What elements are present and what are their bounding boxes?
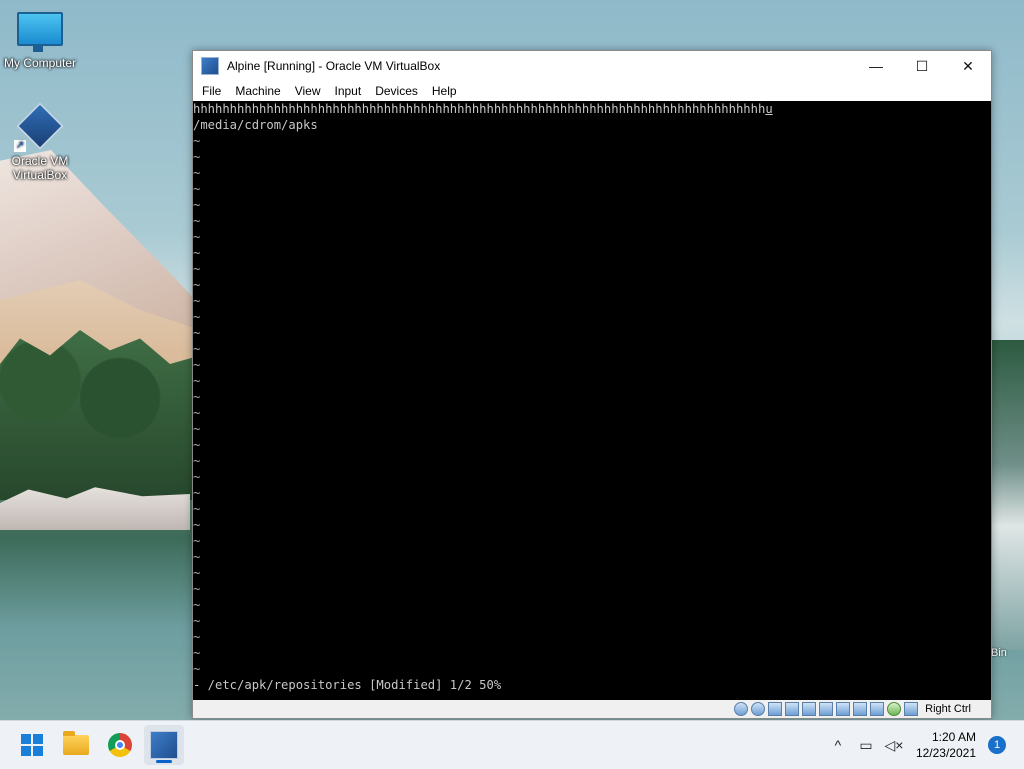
virtualbox-taskbar-icon [150, 731, 178, 759]
tilde-line: ~ [193, 582, 201, 596]
tilde-line: ~ [193, 550, 201, 564]
tilde-line: ~ [193, 502, 201, 516]
menu-view[interactable]: View [288, 81, 328, 101]
menu-machine[interactable]: Machine [228, 81, 287, 101]
audio-icon[interactable] [768, 702, 783, 716]
shortcut-arrow-icon: ↗ [14, 140, 26, 152]
tilde-line: ~ [193, 150, 201, 164]
shared-folders-icon[interactable] [819, 702, 834, 716]
virtualbox-app-icon [201, 57, 219, 75]
clock-date: 12/23/2021 [915, 746, 976, 760]
tilde-line: ~ [193, 182, 201, 196]
tilde-line: ~ [193, 454, 201, 468]
notification-badge[interactable]: 1 [988, 736, 1006, 754]
tilde-line: ~ [193, 246, 201, 260]
tilde-line: ~ [193, 310, 201, 324]
tilde-line: ~ [193, 134, 201, 148]
usb-icon[interactable] [802, 702, 817, 716]
window-titlebar[interactable]: Alpine [Running] - Oracle VM VirtualBox … [193, 51, 991, 81]
recycle-bin-label-fragment: Bin [991, 647, 1007, 659]
text-cursor: u [765, 102, 773, 116]
tilde-line: ~ [193, 294, 201, 308]
monitor-icon [17, 12, 63, 52]
wallpaper-right-strip [992, 340, 1024, 650]
menubar: File Machine View Input Devices Help [193, 81, 991, 101]
speaker-muted-icon[interactable]: ◁× [882, 733, 906, 757]
tilde-line: ~ [193, 422, 201, 436]
guest-additions-icon[interactable] [887, 702, 902, 716]
optical-drive-icon[interactable] [751, 702, 766, 716]
network-icon[interactable]: ▭ [854, 733, 878, 757]
clock[interactable]: 1:20 AM 12/23/2021 [916, 729, 976, 761]
file-explorer-button[interactable] [56, 725, 96, 765]
console-line-1: hhhhhhhhhhhhhhhhhhhhhhhhhhhhhhhhhhhhhhhh… [193, 102, 773, 116]
system-tray: ^ ▭ ◁× 1:20 AM 12/23/2021 1 [824, 721, 1024, 769]
recording-icon[interactable] [853, 702, 868, 716]
close-button[interactable]: ✕ [945, 51, 991, 81]
windows-logo-icon [21, 734, 43, 756]
virtualbox-taskbar-button[interactable] [144, 725, 184, 765]
desktop-icon-label-line2: VirtualBox [12, 168, 68, 182]
maximize-button[interactable]: ☐ [899, 51, 945, 81]
desktop-icon-label-line1: Oracle VM [11, 154, 69, 168]
window-title: Alpine [Running] - Oracle VM VirtualBox [227, 59, 441, 73]
empty-buffer-lines: ~ ~ ~ ~ ~ ~ ~ ~ ~ ~ ~ ~ ~ ~ ~ ~ ~ ~ ~ ~ ~ ~ ~ ~ ~ ~ ~ ~ ~ ~ ~ ~ ~ ~ [193, 133, 991, 677]
tilde-line: ~ [193, 342, 201, 356]
tilde-line: ~ [193, 598, 201, 612]
desktop-icon-my-computer[interactable]: My Computer [0, 12, 80, 70]
virtualization-icon[interactable] [870, 702, 885, 716]
tilde-line: ~ [193, 230, 201, 244]
tilde-line: ~ [193, 198, 201, 212]
tilde-line: ~ [193, 438, 201, 452]
folder-icon [63, 731, 89, 755]
chrome-button[interactable] [100, 725, 140, 765]
virtualbox-vm-window[interactable]: Alpine [Running] - Oracle VM VirtualBox … [192, 50, 992, 719]
host-key-label: Right Ctrl [925, 703, 971, 715]
clock-time: 1:20 AM [931, 730, 976, 744]
minimize-button[interactable]: — [853, 51, 899, 81]
chrome-icon [108, 733, 132, 757]
tilde-line: ~ [193, 630, 201, 644]
tilde-line: ~ [193, 374, 201, 388]
tilde-line: ~ [193, 166, 201, 180]
vm-console-screen[interactable]: hhhhhhhhhhhhhhhhhhhhhhhhhhhhhhhhhhhhhhhh… [193, 101, 991, 701]
tilde-line: ~ [193, 358, 201, 372]
tilde-line: ~ [193, 214, 201, 228]
tilde-line: ~ [193, 278, 201, 292]
menu-help[interactable]: Help [425, 81, 464, 101]
tilde-line: ~ [193, 662, 201, 676]
tilde-line: ~ [193, 486, 201, 500]
tilde-line: ~ [193, 518, 201, 532]
tilde-line: ~ [193, 614, 201, 628]
tilde-line: ~ [193, 262, 201, 276]
menu-input[interactable]: Input [328, 81, 369, 101]
editor-status-line: - /etc/apk/repositories [Modified] 1/2 5… [193, 678, 502, 692]
chevron-up-icon[interactable]: ^ [826, 733, 850, 757]
console-line-2: /media/cdrom/apks [193, 118, 318, 132]
mouse-integration-icon[interactable] [904, 702, 919, 716]
network-icon[interactable] [785, 702, 800, 716]
hard-disk-icon[interactable] [734, 702, 749, 716]
desktop-icon-label: My Computer [3, 56, 77, 70]
tilde-line: ~ [193, 534, 201, 548]
display-icon[interactable] [836, 702, 851, 716]
desktop-icon-virtualbox[interactable]: ↗ Oracle VM VirtualBox [0, 102, 80, 182]
start-button[interactable] [12, 725, 52, 765]
vm-status-bar: Right Ctrl [193, 700, 991, 718]
tilde-line: ~ [193, 566, 201, 580]
tilde-line: ~ [193, 390, 201, 404]
menu-file[interactable]: File [195, 81, 228, 101]
tilde-line: ~ [193, 646, 201, 660]
taskbar: ^ ▭ ◁× 1:20 AM 12/23/2021 1 [0, 720, 1024, 769]
tilde-line: ~ [193, 406, 201, 420]
tilde-line: ~ [193, 326, 201, 340]
menu-devices[interactable]: Devices [368, 81, 425, 101]
tilde-line: ~ [193, 470, 201, 484]
